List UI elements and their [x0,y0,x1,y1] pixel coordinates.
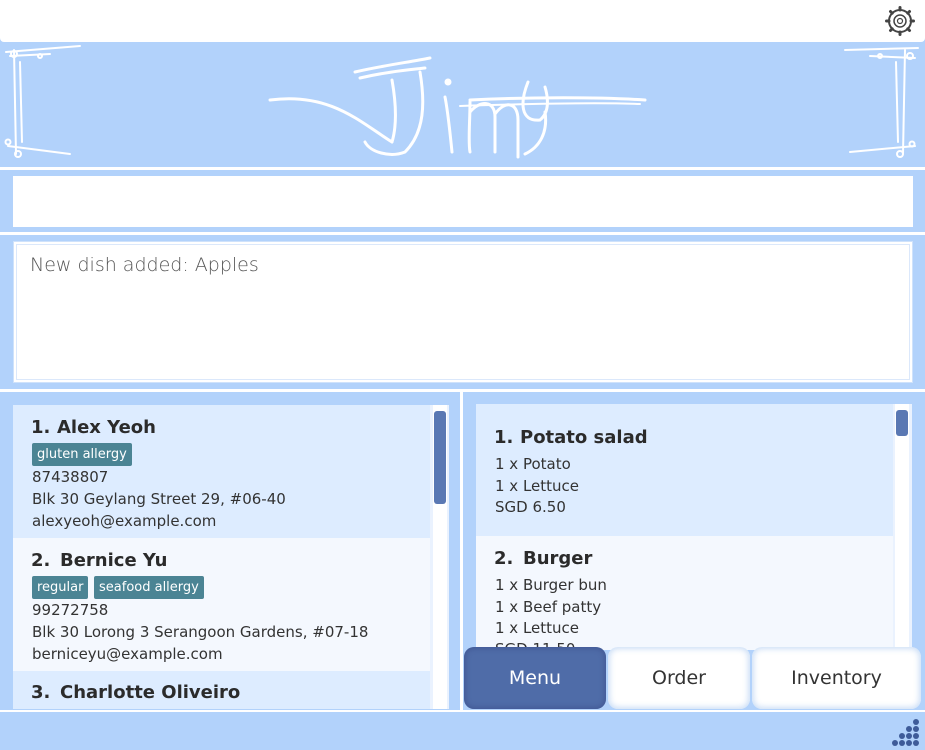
list-item[interactable]: 1. Potato salad 1 x Potato 1 x Lettuce S… [476,404,893,536]
tag-badge: seafood allergy [94,576,204,599]
person-phone: 87438807 [32,468,109,486]
divider [0,167,925,170]
dish-index: 2. [494,548,514,569]
person-address: Blk 30 Geylang Street 29, #06-40 [32,490,286,508]
scrollbar[interactable] [433,405,447,709]
tab-inventory[interactable]: Inventory [752,647,921,709]
gear-icon[interactable] [885,6,915,36]
person-list[interactable]: 1. Alex Yeoh gluten allergy 87438807 Blk… [13,405,449,709]
divider [0,232,925,235]
dish-name: Burger [523,548,593,569]
menu-list[interactable]: 1. Potato salad 1 x Potato 1 x Lettuce S… [476,404,912,650]
top-bar [0,0,925,42]
scrollbar-thumb[interactable] [434,411,446,504]
person-email: berniceyu@example.com [32,645,223,663]
list-item[interactable]: 1. Alex Yeoh gluten allergy 87438807 Blk… [13,405,430,538]
dish-ingredient: 1 x Lettuce [495,477,580,495]
tag-badge: regular [32,576,89,599]
panel-divider [460,392,463,710]
scrollbar-thumb[interactable] [896,410,908,436]
banner-art [4,45,919,159]
result-message: New dish added: Apples [30,254,259,276]
dish-ingredient: 1 x Burger bun [495,576,607,594]
dish-ingredient: 1 x Lettuce [495,619,580,637]
person-name: Charlotte Oliveiro [60,682,241,703]
person-name: Bernice Yu [60,550,168,571]
result-display: New dish added: Apples [13,241,913,383]
scrollbar[interactable] [895,404,909,650]
person-name: Alex Yeoh [57,417,156,438]
tab-label: Order [652,667,706,689]
dish-ingredient: 1 x Beef patty [495,598,602,616]
list-item[interactable]: 2. Burger 1 x Burger bun 1 x Beef patty … [476,536,893,650]
resize-grip-icon[interactable] [891,716,921,746]
dish-ingredient: 1 x Potato [495,455,571,473]
list-item[interactable]: 2. Bernice Yu regular seafood allergy 99… [13,538,430,671]
person-index: 3. [31,682,51,703]
tab-menu[interactable]: Menu [464,647,606,709]
status-bar [0,710,925,750]
tag-badge: gluten allergy [32,443,132,466]
tab-label: Menu [508,667,562,689]
tab-order[interactable]: Order [608,647,750,709]
person-index: 2. [31,550,51,571]
banner [0,42,925,168]
person-email: alexyeoh@example.com [32,512,217,530]
tab-label: Inventory [791,667,882,689]
list-item[interactable]: 3. Charlotte Oliveiro [13,671,430,709]
dish-name: Potato salad [520,427,648,448]
dish-index: 1. [494,427,514,448]
command-input[interactable] [13,176,913,227]
person-address: Blk 30 Lorong 3 Serangoon Gardens, #07-1… [32,623,369,641]
person-phone: 99272758 [32,601,109,619]
person-index: 1. [31,417,51,438]
dish-price: SGD 6.50 [495,498,566,516]
